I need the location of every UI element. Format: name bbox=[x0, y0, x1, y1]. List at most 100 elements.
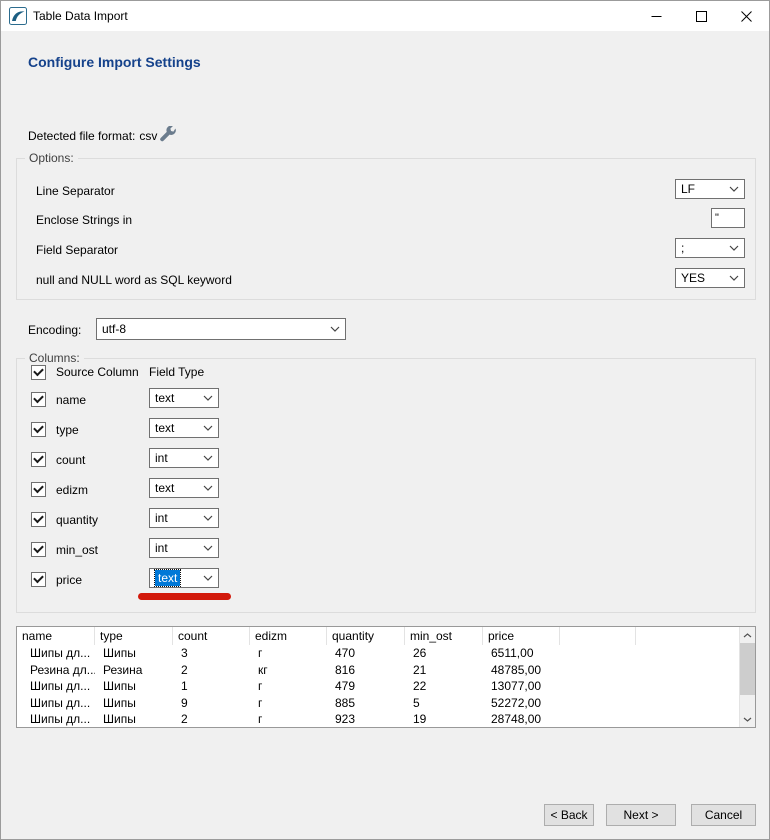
back-button[interactable]: < Back bbox=[544, 804, 594, 826]
cancel-button[interactable]: Cancel bbox=[691, 804, 756, 826]
field-type-value-selected: text bbox=[155, 570, 180, 586]
chevron-down-icon bbox=[203, 425, 213, 431]
window-title: Table Data Import bbox=[33, 9, 128, 23]
cell bbox=[636, 695, 755, 712]
field-type-header: Field Type bbox=[149, 365, 204, 379]
table-row[interactable]: Шипы дл... Шипы 2 г 923 19 28748,00 bbox=[17, 711, 755, 728]
null-keyword-label: null and NULL word as SQL keyword bbox=[36, 273, 232, 287]
cell: 28748,00 bbox=[483, 711, 560, 728]
header-name: name bbox=[17, 627, 95, 645]
checkbox-column-price[interactable] bbox=[31, 572, 46, 587]
checkbox-column-edizm[interactable] bbox=[31, 482, 46, 497]
checkbox-column-name[interactable] bbox=[31, 392, 46, 407]
maximize-button[interactable] bbox=[679, 1, 724, 31]
next-button[interactable]: Next > bbox=[606, 804, 676, 826]
cell bbox=[560, 662, 636, 679]
scroll-down-icon[interactable] bbox=[740, 711, 755, 727]
cell: Шипы bbox=[95, 645, 173, 662]
header-filler bbox=[636, 627, 755, 645]
header-price: price bbox=[483, 627, 560, 645]
header-count: count bbox=[173, 627, 250, 645]
table-data-import-window: Table Data Import Configure Import Setti… bbox=[0, 0, 770, 840]
field-type-select-edizm[interactable]: text bbox=[149, 478, 219, 498]
chevron-down-icon bbox=[729, 245, 739, 251]
close-button[interactable] bbox=[724, 1, 769, 31]
columns-group: Columns: bbox=[16, 358, 756, 613]
cell: 470 bbox=[327, 645, 405, 662]
chevron-down-icon bbox=[203, 485, 213, 491]
field-type-value: int bbox=[155, 451, 168, 465]
chevron-down-icon bbox=[203, 515, 213, 521]
cell: 52272,00 bbox=[483, 695, 560, 712]
vertical-scrollbar[interactable] bbox=[739, 627, 755, 727]
checkbox-column-min-ost[interactable] bbox=[31, 542, 46, 557]
cell: 885 bbox=[327, 695, 405, 712]
scrollbar-thumb[interactable] bbox=[740, 643, 755, 695]
cell: г bbox=[250, 711, 327, 728]
chevron-down-icon bbox=[729, 186, 739, 192]
minimize-button[interactable] bbox=[634, 1, 679, 31]
wrench-icon[interactable] bbox=[159, 126, 177, 144]
header-empty bbox=[560, 627, 636, 645]
cell: Шипы дл... bbox=[17, 695, 95, 712]
field-separator-label: Field Separator bbox=[36, 243, 118, 257]
field-type-select-name[interactable]: text bbox=[149, 388, 219, 408]
checkbox-column-type[interactable] bbox=[31, 422, 46, 437]
cell: 479 bbox=[327, 678, 405, 695]
cell: 21 bbox=[405, 662, 483, 679]
select-all-columns-checkbox[interactable] bbox=[31, 365, 46, 380]
field-type-value: int bbox=[155, 541, 168, 555]
header-min-ost: min_ost bbox=[405, 627, 483, 645]
table-row[interactable]: Шипы дл... Шипы 1 г 479 22 13077,00 bbox=[17, 678, 755, 695]
cell: 5 bbox=[405, 695, 483, 712]
chevron-down-icon bbox=[330, 326, 340, 332]
minimize-icon bbox=[651, 11, 662, 22]
header-type: type bbox=[95, 627, 173, 645]
field-type-select-min-ost[interactable]: int bbox=[149, 538, 219, 558]
scroll-up-icon[interactable] bbox=[740, 627, 755, 643]
field-type-select-type[interactable]: text bbox=[149, 418, 219, 438]
field-type-select-count[interactable]: int bbox=[149, 448, 219, 468]
cell: г bbox=[250, 678, 327, 695]
field-separator-select[interactable]: ; bbox=[675, 238, 745, 258]
cell bbox=[636, 711, 755, 728]
field-type-select-price[interactable]: text bbox=[149, 568, 219, 588]
column-type-label: type bbox=[56, 423, 79, 437]
column-price-label: price bbox=[56, 573, 82, 587]
window-controls bbox=[634, 1, 769, 31]
page-title: Configure Import Settings bbox=[28, 54, 201, 70]
checkbox-column-count[interactable] bbox=[31, 452, 46, 467]
checkbox-column-quantity[interactable] bbox=[31, 512, 46, 527]
table-row[interactable]: Резина дл... Резина 2 кг 816 21 48785,00 bbox=[17, 662, 755, 679]
cell: 1 bbox=[173, 678, 250, 695]
encoding-select[interactable]: utf-8 bbox=[96, 318, 346, 340]
columns-legend: Columns: bbox=[25, 351, 84, 365]
detected-file-format: Detected file format:csv bbox=[28, 129, 157, 143]
cell: 2 bbox=[173, 711, 250, 728]
annotation-red-underline bbox=[138, 593, 231, 600]
column-min-ost-label: min_ost bbox=[56, 543, 98, 557]
titlebar: Table Data Import bbox=[1, 1, 769, 31]
cell: 6511,00 bbox=[483, 645, 560, 662]
cell bbox=[560, 645, 636, 662]
detected-file-format-label: Detected file format: bbox=[28, 129, 135, 143]
table-row[interactable]: Шипы дл... Шипы 9 г 885 5 52272,00 bbox=[17, 695, 755, 712]
cell: 816 bbox=[327, 662, 405, 679]
table-row[interactable]: Шипы дл... Шипы 3 г 470 26 6511,00 bbox=[17, 645, 755, 662]
cell: 22 bbox=[405, 678, 483, 695]
cell: 48785,00 bbox=[483, 662, 560, 679]
enclose-strings-input[interactable] bbox=[711, 208, 745, 228]
line-separator-select[interactable]: LF bbox=[675, 179, 745, 199]
cell bbox=[636, 678, 755, 695]
cell bbox=[560, 695, 636, 712]
chevron-down-icon bbox=[203, 395, 213, 401]
cell: 923 bbox=[327, 711, 405, 728]
cell: 3 bbox=[173, 645, 250, 662]
null-keyword-value: YES bbox=[681, 271, 705, 285]
column-count-label: count bbox=[56, 453, 85, 467]
cell bbox=[560, 678, 636, 695]
cell: 9 bbox=[173, 695, 250, 712]
field-type-select-quantity[interactable]: int bbox=[149, 508, 219, 528]
null-keyword-select[interactable]: YES bbox=[675, 268, 745, 288]
chevron-down-icon bbox=[203, 575, 213, 581]
